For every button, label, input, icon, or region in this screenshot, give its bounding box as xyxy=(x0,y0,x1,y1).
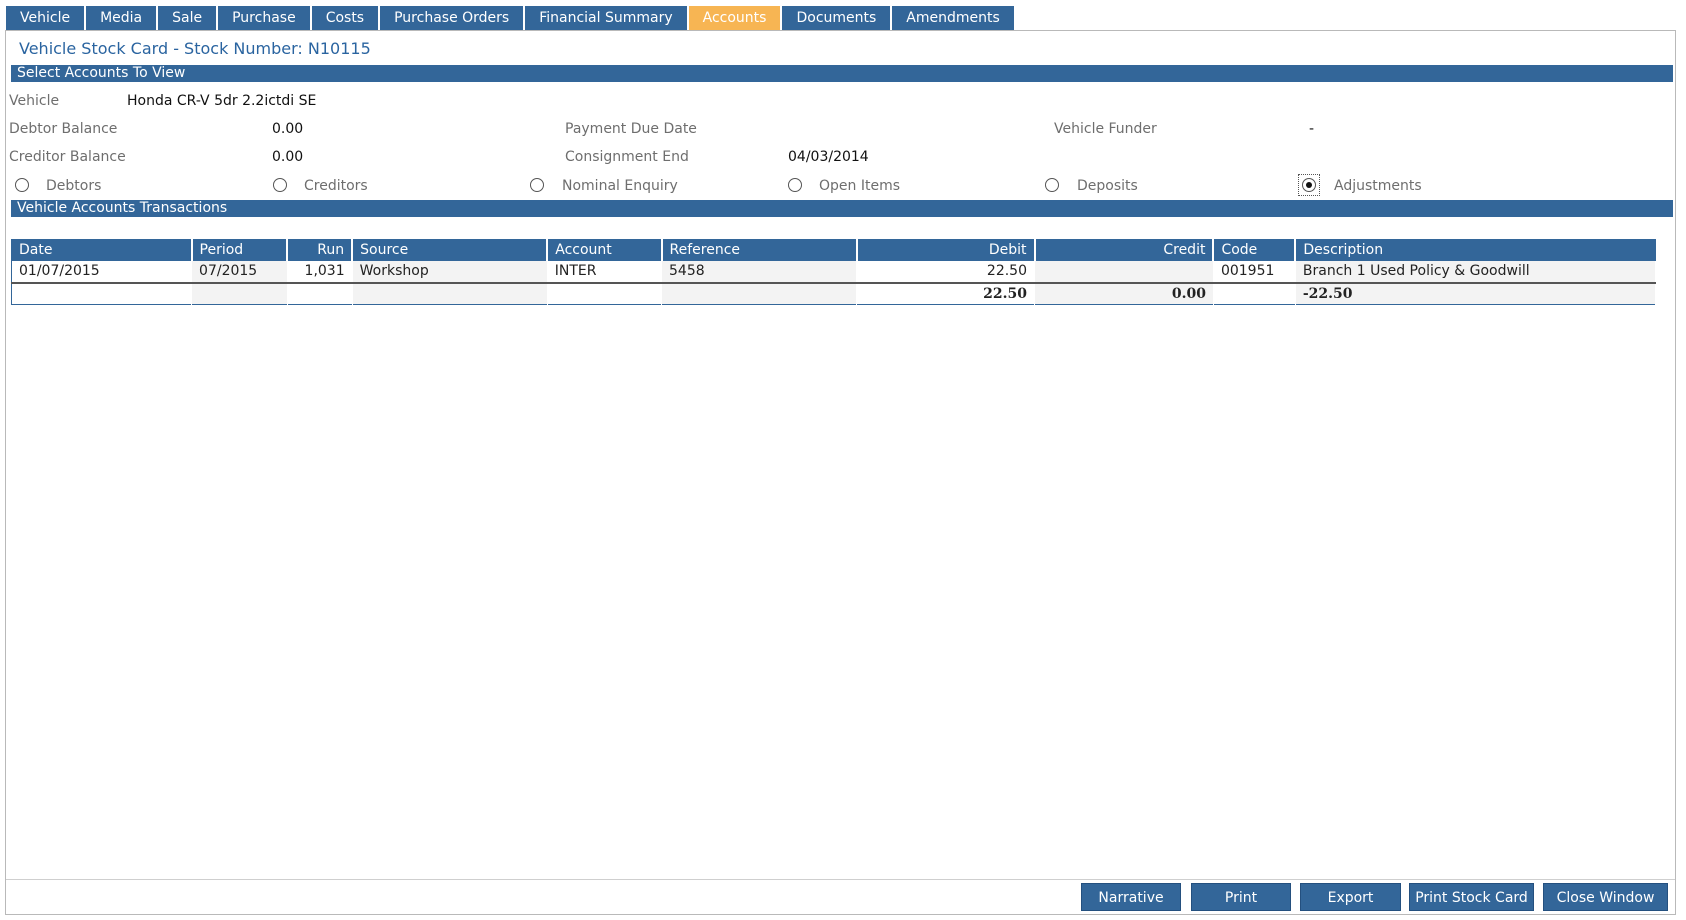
tab-purchase[interactable]: Purchase xyxy=(218,6,310,30)
section-header-transactions: Vehicle Accounts Transactions xyxy=(11,200,1673,217)
col-header-source[interactable]: Source xyxy=(352,239,549,261)
transactions-table: Date Period Run Source Account Reference… xyxy=(11,239,1657,305)
total-code xyxy=(1213,282,1296,305)
section-header-select-accounts: Select Accounts To View xyxy=(11,65,1673,82)
radio-label-deposits: Deposits xyxy=(1077,178,1138,194)
total-source xyxy=(352,282,548,305)
radio-nominal-enquiry[interactable] xyxy=(530,178,544,192)
cell-account: INTER xyxy=(547,260,663,284)
radio-label-open-items: Open Items xyxy=(819,178,901,194)
tab-vehicle[interactable]: Vehicle xyxy=(6,6,85,30)
total-reference xyxy=(661,282,858,305)
debtor-balance-label: Debtor Balance xyxy=(9,121,118,137)
table-row[interactable]: 01/07/2015 07/2015 1,031 Workshop INTER … xyxy=(11,260,1657,284)
cell-source: Workshop xyxy=(352,260,548,284)
vehicle-funder-value: - xyxy=(1309,121,1315,137)
radio-label-adjustments: Adjustments xyxy=(1334,178,1422,194)
table-header-row: Date Period Run Source Account Reference… xyxy=(11,239,1656,261)
vehicle-label: Vehicle xyxy=(9,93,60,109)
total-debit: 22.50 xyxy=(856,282,1035,305)
cell-reference: 5458 xyxy=(661,260,858,284)
creditor-balance-label: Creditor Balance xyxy=(9,149,126,165)
col-header-date[interactable]: Date xyxy=(11,239,193,261)
page-title: Vehicle Stock Card - Stock Number: N1011… xyxy=(19,39,371,58)
totals-row: 22.50 0.00 -22.50 xyxy=(11,282,1657,305)
export-button-label-post: xport xyxy=(1336,890,1374,906)
radio-adjustments[interactable] xyxy=(1302,178,1316,192)
col-header-account[interactable]: Account xyxy=(547,239,663,261)
cell-code: 001951 xyxy=(1213,260,1296,284)
print-stock-card-button-accesskey: S xyxy=(1451,890,1461,906)
radio-deposits[interactable] xyxy=(1045,178,1059,192)
print-button-label-post: rint xyxy=(1233,890,1258,906)
total-credit: 0.00 xyxy=(1034,282,1214,305)
tab-documents[interactable]: Documents xyxy=(782,6,891,30)
tab-purchase-orders[interactable]: Purchase Orders xyxy=(380,6,524,30)
close-window-button-label-post: indow xyxy=(1612,890,1655,906)
cell-run: 1,031 xyxy=(287,260,353,284)
tab-financial-summary[interactable]: Financial Summary xyxy=(525,6,687,30)
narrative-button[interactable]: Narrative xyxy=(1081,883,1181,911)
col-header-code[interactable]: Code xyxy=(1213,239,1297,261)
print-button[interactable]: Print xyxy=(1191,883,1291,911)
vehicle-value: Honda CR-V 5dr 2.2ictdi SE xyxy=(127,93,317,109)
total-description: -22.50 xyxy=(1295,282,1657,305)
total-run xyxy=(287,282,353,305)
debtor-balance-value: 0.00 xyxy=(272,121,304,137)
col-header-credit[interactable]: Credit xyxy=(1034,239,1215,261)
total-period xyxy=(191,282,288,305)
cell-debit: 22.50 xyxy=(856,260,1035,284)
col-header-description[interactable]: Description xyxy=(1295,239,1656,261)
tab-sale[interactable]: Sale xyxy=(158,6,217,30)
vehicle-funder-label: Vehicle Funder xyxy=(1054,121,1157,137)
cell-description: Branch 1 Used Policy & Goodwill xyxy=(1295,260,1657,284)
radio-label-nominal-enquiry: Nominal Enquiry xyxy=(562,178,678,194)
tab-accounts[interactable]: Accounts xyxy=(688,6,781,30)
tab-media[interactable]: Media xyxy=(86,6,157,30)
stock-card-panel: Vehicle Stock Card - Stock Number: N1011… xyxy=(5,30,1676,915)
total-account xyxy=(547,282,663,305)
radio-creditors[interactable] xyxy=(273,178,287,192)
total-date xyxy=(11,282,193,305)
payment-due-date-label: Payment Due Date xyxy=(565,121,697,137)
narrative-button-accesskey: N xyxy=(1098,890,1109,906)
col-header-period[interactable]: Period xyxy=(191,239,289,261)
print-button-accesskey: P xyxy=(1224,890,1234,906)
radio-open-items[interactable] xyxy=(788,178,802,192)
col-header-run[interactable]: Run xyxy=(287,239,354,261)
consignment-end-label: Consignment End xyxy=(565,149,689,165)
consignment-end-value: 04/03/2014 xyxy=(788,149,869,165)
cell-period: 07/2015 xyxy=(191,260,288,284)
print-stock-card-button[interactable]: Print Stock Card xyxy=(1409,883,1534,911)
narrative-button-label-post: arrative xyxy=(1108,890,1164,906)
cell-date: 01/07/2015 xyxy=(11,260,193,284)
radio-label-creditors: Creditors xyxy=(304,178,368,194)
close-window-button[interactable]: Close Window xyxy=(1543,883,1668,911)
tab-amendments[interactable]: Amendments xyxy=(892,6,1014,30)
radio-debtors[interactable] xyxy=(15,178,29,192)
close-window-button-accesskey: W xyxy=(1599,890,1613,906)
creditor-balance-value: 0.00 xyxy=(272,149,304,165)
tab-bar: Vehicle Media Sale Purchase Costs Purcha… xyxy=(6,6,1014,30)
close-window-button-label-pre: Close xyxy=(1556,890,1600,906)
export-button[interactable]: Export xyxy=(1300,883,1401,911)
tab-costs[interactable]: Costs xyxy=(311,6,379,30)
print-stock-card-button-label-pre: Print xyxy=(1415,890,1452,906)
cell-credit xyxy=(1034,260,1214,284)
col-header-debit[interactable]: Debit xyxy=(856,239,1036,261)
print-stock-card-button-label-post: tock Card xyxy=(1460,890,1528,906)
col-header-reference[interactable]: Reference xyxy=(661,239,858,261)
footer-divider xyxy=(6,879,1675,880)
radio-label-debtors: Debtors xyxy=(46,178,102,194)
